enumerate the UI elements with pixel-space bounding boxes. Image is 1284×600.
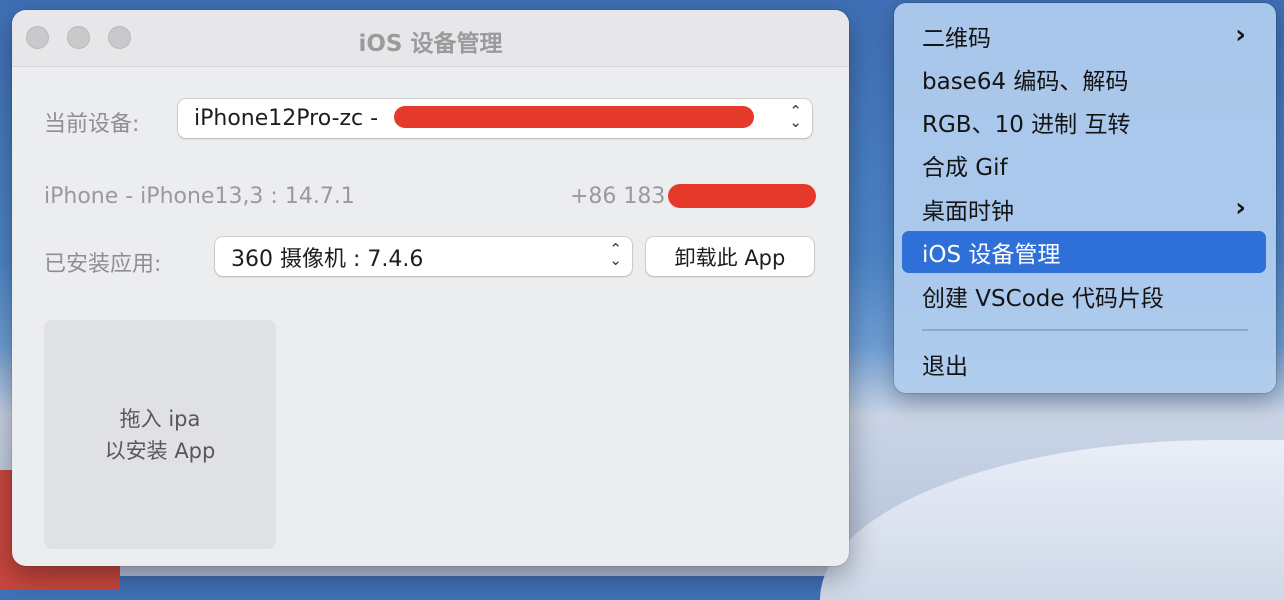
drop-zone-line2: 以安装 App [104, 438, 216, 463]
installed-apps-label: 已安装应用: [44, 252, 162, 277]
redaction-mark [668, 184, 816, 208]
menu-item-label: RGB、10 进制 互转 [922, 112, 1131, 138]
menu-item-label: base64 编码、解码 [922, 69, 1129, 95]
menu-item-qrcode[interactable]: 二维码 › [902, 15, 1266, 57]
menu-item-vscode-snippet[interactable]: 创建 VSCode 代码片段 [902, 275, 1266, 317]
menu-item-base64[interactable]: base64 编码、解码 [902, 58, 1266, 100]
menu-item-gif[interactable]: 合成 Gif [902, 144, 1266, 186]
redaction-mark [394, 106, 754, 128]
drop-zone-line1: 拖入 ipa [119, 406, 201, 431]
installed-app-select[interactable]: 360 摄像机 : 7.4.6 ⌃ ⌄ [215, 237, 632, 276]
menu-item-label: 创建 VSCode 代码片段 [922, 286, 1164, 312]
status-bar-menu: 二维码 › base64 编码、解码 RGB、10 进制 互转 合成 Gif 桌… [894, 3, 1276, 393]
ipa-drop-zone[interactable]: 拖入 ipa 以安装 App [44, 320, 276, 549]
current-device-value: iPhone12Pro-zc - [194, 106, 379, 131]
updown-chevron-icon: ⌃ ⌄ [789, 102, 802, 131]
updown-chevron-icon: ⌃ ⌄ [609, 240, 622, 269]
phone-number-text: +86 183 [570, 184, 666, 209]
window-titlebar[interactable]: iOS 设备管理 [12, 10, 849, 67]
wallpaper-shape [820, 440, 1284, 600]
menu-item-desktop-clock[interactable]: 桌面时钟 › [902, 188, 1266, 230]
menu-item-label: 退出 [922, 354, 968, 380]
window-title: iOS 设备管理 [358, 31, 503, 57]
menu-separator [922, 329, 1248, 331]
menu-item-label: iOS 设备管理 [922, 242, 1061, 268]
menu-item-quit[interactable]: 退出 [902, 343, 1266, 385]
chevron-right-icon: › [1235, 193, 1246, 223]
device-info-text: iPhone - iPhone13,3 : 14.7.1 [44, 184, 355, 209]
menu-item-label: 二维码 [922, 26, 991, 52]
uninstall-app-button[interactable]: 卸载此 App [646, 237, 814, 276]
menu-item-label: 合成 Gif [922, 155, 1008, 181]
installed-app-value: 360 摄像机 : 7.4.6 [231, 246, 424, 272]
ios-device-manager-window: iOS 设备管理 当前设备: iPhone12Pro-zc - ⌃ ⌄ iPhon… [12, 10, 849, 566]
chevron-right-icon: › [1235, 20, 1246, 50]
current-device-label: 当前设备: [44, 112, 140, 137]
menu-item-ios-device-manager[interactable]: iOS 设备管理 [902, 231, 1266, 273]
menu-item-rgb-convert[interactable]: RGB、10 进制 互转 [902, 101, 1266, 143]
menu-item-label: 桌面时钟 [922, 199, 1014, 225]
